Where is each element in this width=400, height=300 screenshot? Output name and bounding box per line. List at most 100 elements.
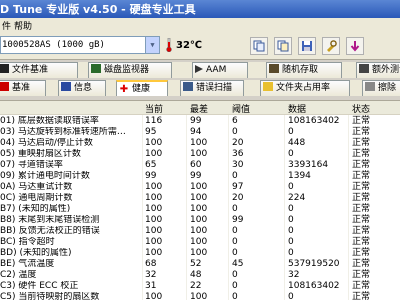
thermometer-icon [166,38,172,52]
raw-data: 537919520 [288,259,340,269]
current-value: 100 [145,248,163,258]
tab-health[interactable]: ✚ 健康 [116,80,168,96]
current-value: 68 [145,259,157,269]
worst-value: 22 [190,281,202,291]
current-value: 100 [145,215,163,225]
benchmark-icon [0,82,9,91]
attribute-name: 01) 底层数据读取错误率 [0,116,99,126]
table-row[interactable]: BE) 气流温度 68 52 45 537919520 正常 [0,259,400,270]
header-status[interactable]: 状态 [352,102,370,115]
raw-data: 0 [288,149,294,159]
raw-data: 0 [288,292,294,300]
table-header: 当前 最差 阈值 数据 状态 [0,101,400,115]
header-worst[interactable]: 最差 [190,102,208,115]
save-button[interactable] [298,37,316,55]
table-row[interactable]: C2) 温度 32 48 0 32 正常 [0,270,400,281]
raw-data: 0 [288,237,294,247]
random-access-icon [269,64,279,73]
tab-erase[interactable]: 擦除 [362,80,400,96]
threshold-value: 0 [232,171,238,181]
current-value: 100 [145,237,163,247]
status-text: 正常 [352,292,371,300]
copy-screenshot-icon [277,40,289,52]
tab-random-access[interactable]: 随机存取 [266,62,342,78]
table-row[interactable]: B7) (未知的属性) 100 100 0 0 正常 [0,204,400,215]
table-row[interactable]: 09) 累计通电时间计数 99 99 0 1394 正常 [0,171,400,182]
table-row[interactable]: BB) 反馈无法校正的错误 100 100 0 0 正常 [0,226,400,237]
tab-info[interactable]: 信息 [58,80,106,96]
tab-disk-monitor[interactable]: 磁盘监视器 [88,62,172,78]
threshold-value: 0 [232,248,238,258]
extra-tests-icon [359,64,369,73]
tab-benchmark[interactable]: 基准 [0,80,46,96]
options-button[interactable] [322,37,340,55]
current-value: 31 [145,281,157,291]
table-row[interactable]: C3) 硬件 ECC 校正 31 22 0 108163402 正常 [0,281,400,292]
header-data[interactable]: 数据 [288,102,306,115]
table-row[interactable]: 07) 寻道错误率 65 60 30 3393164 正常 [0,160,400,171]
copy-icon [253,40,265,52]
exit-button[interactable] [346,37,364,55]
chevron-down-icon[interactable]: ▼ [145,37,159,53]
title-bar: D Tune 专业版 v4.50 - 硬盘专业工具 [0,0,400,18]
tab-error-scan[interactable]: 错误扫描 [180,80,244,96]
window-title: D Tune 专业版 v4.50 - 硬盘专业工具 [0,3,196,16]
threshold-value: 6 [232,116,238,126]
table-row[interactable]: C5) 当前待映射的扇区数 100 100 0 0 正常 [0,292,400,300]
table-row[interactable]: 05) 重映射扇区计数 100 100 36 0 正常 [0,149,400,160]
threshold-value: 45 [232,259,244,269]
copy-screenshot-button[interactable] [274,37,292,55]
threshold-value: 36 [232,149,244,159]
tab-extra-tests[interactable]: 额外测试 [356,62,400,78]
folder-icon [263,82,273,91]
current-value: 65 [145,160,157,170]
table-row[interactable]: BC) 指令超时 100 100 0 0 正常 [0,237,400,248]
threshold-value: 99 [232,215,244,225]
table-row[interactable]: 0C) 通电周期计数 100 100 20 224 正常 [0,193,400,204]
current-value: 100 [145,204,163,214]
attribute-name: B8) 末尾到末尾错误检测 [0,215,100,225]
status-text: 正常 [352,248,371,258]
worst-value: 94 [190,127,202,137]
status-text: 正常 [352,226,371,236]
table-row[interactable]: 04) 马达启动/停止计数 100 100 20 448 正常 [0,138,400,149]
exit-icon [350,41,360,52]
worst-value: 60 [190,160,202,170]
current-value: 100 [145,149,163,159]
current-value: 95 [145,127,157,137]
status-text: 正常 [352,193,371,203]
menu-file[interactable]: 件 [2,19,11,32]
threshold-value: 0 [232,281,238,291]
status-text: 正常 [352,259,371,269]
header-current[interactable]: 当前 [145,102,163,115]
tab-file-benchmark[interactable]: 文件基准 [0,62,78,78]
speaker-icon [195,65,203,73]
current-value: 100 [145,138,163,148]
table-row[interactable]: B8) 末尾到末尾错误检测 100 100 99 0 正常 [0,215,400,226]
current-value: 100 [145,226,163,236]
header-threshold[interactable]: 阈值 [232,102,250,115]
threshold-value: 0 [232,127,238,137]
current-value: 99 [145,171,157,181]
threshold-value: 97 [232,182,244,192]
raw-data: 224 [288,193,306,203]
status-text: 正常 [352,237,371,247]
menu-help[interactable]: 帮助 [14,19,32,32]
info-icon [61,82,71,91]
table-row[interactable]: 0A) 马达重试计数 100 100 97 0 正常 [0,182,400,193]
current-value: 32 [145,270,157,280]
status-text: 正常 [352,171,371,181]
current-value: 116 [145,116,163,126]
tab-aam[interactable]: AAM [192,62,248,78]
table-row[interactable]: BD) (未知的属性) 100 100 0 0 正常 [0,248,400,259]
status-text: 正常 [352,160,371,170]
disk-select[interactable]: 1000528AS (1000 gB) ▼ [0,36,160,54]
table-row[interactable]: 03) 马达旋转到标准转速所需… 95 94 0 0 正常 [0,127,400,138]
health-cross-icon: ✚ [119,84,129,95]
tab-folder-usage[interactable]: 文件夹占用率 [260,80,350,96]
status-text: 正常 [352,116,371,126]
raw-data: 0 [288,204,294,214]
copy-button[interactable] [250,37,268,55]
table-row[interactable]: 01) 底层数据读取错误率 116 99 6 108163402 正常 [0,116,400,127]
disk-monitor-icon [91,64,101,73]
